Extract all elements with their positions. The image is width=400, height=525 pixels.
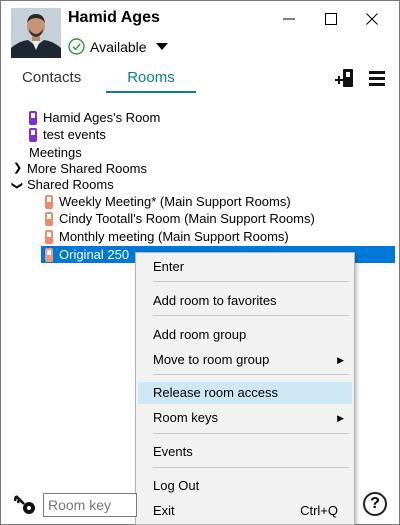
add-room-icon: [335, 69, 353, 87]
menu-item-events[interactable]: Events: [138, 441, 352, 463]
tree-item-my-room[interactable]: Hamid Ages's Room: [29, 109, 160, 126]
close-button[interactable]: [358, 7, 386, 31]
room-icon: [29, 127, 37, 142]
help-button[interactable]: ?: [363, 492, 387, 516]
maximize-button[interactable]: [317, 7, 345, 31]
tree-item-weekly-meeting[interactable]: Weekly Meeting* (Main Support Rooms): [45, 193, 291, 210]
close-icon: [366, 13, 378, 25]
chevron-down-icon: [155, 43, 168, 50]
available-check-icon: [68, 38, 85, 55]
group-label: More Shared Rooms: [27, 161, 147, 176]
menu-item-add-room-group[interactable]: Add room group: [138, 324, 352, 346]
submenu-arrow-icon: ▶: [337, 413, 344, 423]
menu-divider: [153, 433, 349, 434]
menu-divider: [153, 374, 349, 375]
submenu-arrow-icon: ▶: [337, 355, 344, 365]
tree-item-test-events[interactable]: test events: [29, 126, 106, 143]
tab-contacts[interactable]: Contacts: [11, 69, 92, 93]
chevron-right-icon: ❯: [13, 162, 23, 174]
room-icon: [45, 194, 53, 209]
menu-item-label: Release room access: [153, 385, 278, 400]
meetings-label: Meetings: [29, 145, 82, 160]
presence-status: Available: [90, 38, 147, 55]
tree-item-cindy-room[interactable]: Cindy Tootall's Room (Main Support Rooms…: [45, 210, 315, 227]
tree-group-more-shared-rooms[interactable]: ❯ More Shared Rooms: [13, 160, 147, 177]
room-label: Hamid Ages's Room: [43, 110, 161, 125]
tree-item-meetings[interactable]: Meetings: [29, 144, 82, 161]
menu-item-room-keys[interactable]: Room keys ▶: [138, 407, 352, 429]
main-menu-button[interactable]: [368, 69, 386, 92]
chevron-down-icon: ❯: [11, 181, 23, 191]
avatar: [11, 8, 61, 58]
menu-divider: [153, 467, 349, 468]
hamburger-menu-icon: [369, 71, 385, 86]
menu-item-label: Log Out: [153, 478, 200, 493]
menu-item-label: Move to room group: [153, 352, 270, 367]
room-label: Monthly meeting (Main Support Rooms): [59, 229, 289, 244]
menu-item-move-to-group[interactable]: Move to room group ▶: [138, 349, 352, 371]
menu-item-label: Add room to favorites: [153, 293, 277, 308]
tree-item-monthly-meeting[interactable]: Monthly meeting (Main Support Rooms): [45, 228, 289, 245]
key-icon: [13, 495, 35, 514]
room-key-button[interactable]: [13, 493, 37, 517]
group-label: Shared Rooms: [27, 177, 114, 192]
menu-item-log-out[interactable]: Log Out: [138, 475, 352, 497]
room-key-input[interactable]: [43, 493, 137, 517]
presence-dropdown[interactable]: Available: [68, 38, 168, 55]
tab-rooms[interactable]: Rooms: [106, 69, 196, 93]
minimize-button[interactable]: [275, 7, 303, 31]
menu-item-label: Exit: [153, 503, 175, 518]
menu-item-label: Room keys: [153, 410, 219, 425]
menu-item-exit[interactable]: Exit Ctrl+Q: [138, 500, 352, 522]
user-name: Hamid Ages: [68, 9, 160, 26]
menu-divider: [153, 315, 349, 316]
tree-group-shared-rooms[interactable]: ❯ Shared Rooms: [11, 176, 114, 193]
menu-shortcut: Ctrl+Q: [300, 503, 338, 518]
minimize-icon: [283, 18, 295, 20]
context-menu: Enter Add room to favorites Add room gro…: [135, 252, 355, 525]
menu-item-label: Add room group: [153, 327, 247, 342]
menu-item-add-favorites[interactable]: Add room to favorites: [138, 290, 352, 312]
room-icon: [45, 247, 53, 262]
room-label: test events: [43, 127, 106, 142]
menu-item-label: Events: [153, 444, 193, 459]
tab-bar: Contacts Rooms: [11, 69, 196, 93]
menu-item-enter[interactable]: Enter: [138, 256, 352, 278]
menu-divider: [153, 281, 349, 282]
add-room-button[interactable]: [334, 67, 356, 94]
room-icon: [45, 229, 53, 244]
room-label: Original 250: [59, 247, 130, 262]
room-label: Cindy Tootall's Room (Main Support Rooms…: [59, 211, 315, 226]
menu-item-label: Enter: [153, 259, 185, 274]
maximize-icon: [325, 13, 337, 25]
room-icon: [45, 211, 53, 226]
room-label: Weekly Meeting* (Main Support Rooms): [59, 194, 291, 209]
room-icon: [29, 110, 37, 125]
menu-item-release-access[interactable]: Release room access: [138, 382, 352, 404]
